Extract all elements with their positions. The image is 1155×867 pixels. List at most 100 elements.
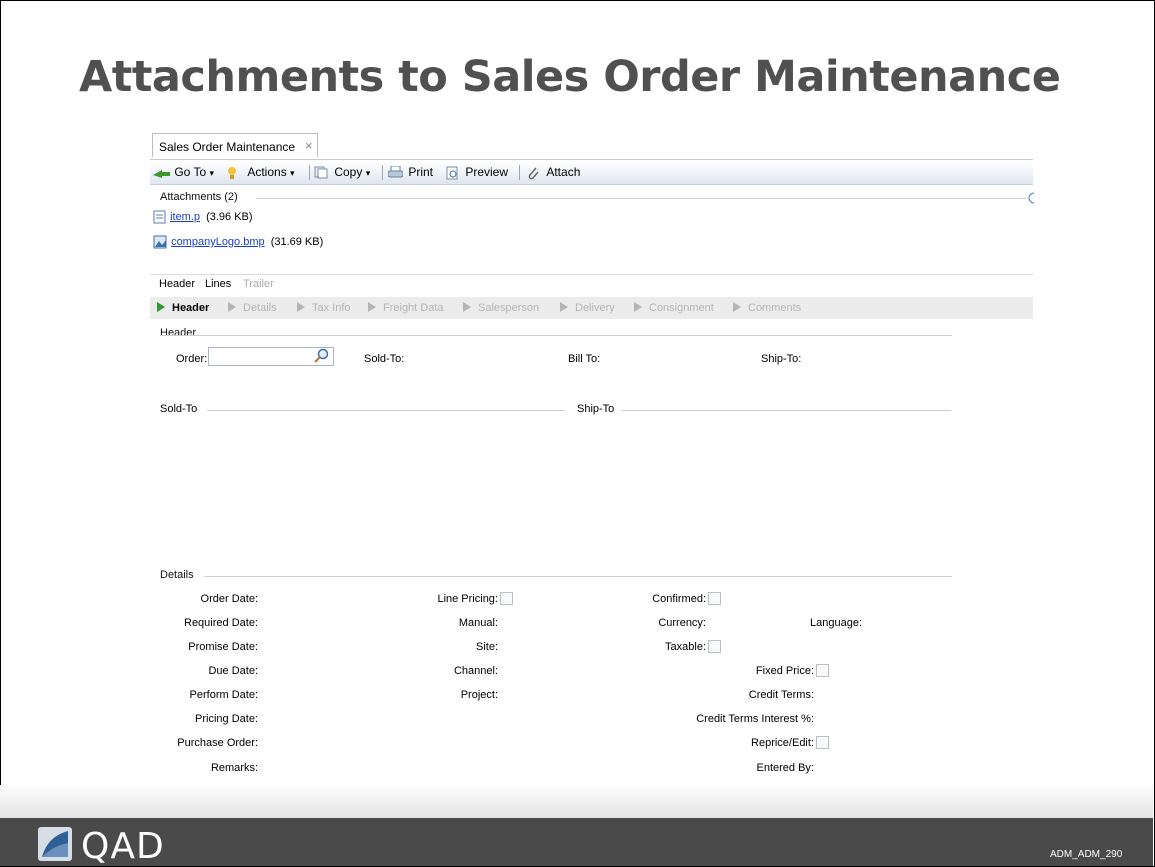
slide-title: Attachments to Sales Order Maintenance	[79, 52, 1061, 102]
bill-to-label: Bill To:	[568, 353, 601, 365]
line-pricing-label: Line Pricing:	[437, 593, 498, 605]
qad-logo-icon	[38, 827, 72, 861]
entered-by-label: Entered By:	[756, 762, 814, 774]
pricing-date-label: Pricing Date:	[195, 713, 258, 725]
tab-sales-order-maintenance[interactable]: Sales Order Maintenance ×	[152, 133, 318, 157]
header-section-title: Header	[160, 327, 197, 339]
attachment-size: (31.69 KB)	[270, 235, 324, 248]
ship-to-label: Ship-To:	[761, 353, 802, 365]
currency-label: Currency:	[658, 617, 706, 629]
confirmed-checkbox[interactable]	[708, 592, 721, 605]
play-arrow-icon	[228, 302, 236, 312]
play-arrow-icon	[733, 302, 741, 312]
copy-button[interactable]: Copy ▾	[314, 165, 370, 179]
attachment-item[interactable]: companyLogo.bmp (31.69 KB)	[153, 235, 323, 249]
fixed-price-label: Fixed Price:	[755, 665, 814, 677]
fixed-price-checkbox[interactable]	[816, 664, 829, 677]
print-button[interactable]: Print	[388, 165, 433, 179]
attachments-header: Attachments (2)	[160, 191, 238, 203]
confirmed-label: Confirmed:	[652, 593, 706, 605]
collapse-icon[interactable]	[1026, 192, 1034, 205]
details-divider	[204, 576, 952, 577]
play-arrow-icon	[634, 302, 642, 312]
copy-label: Copy	[334, 165, 363, 179]
due-date-label: Due Date:	[208, 665, 258, 677]
step-comments[interactable]: Comments	[733, 302, 801, 314]
attachments-divider	[256, 198, 1026, 199]
play-arrow-icon	[157, 302, 165, 312]
step-freight-data[interactable]: Freight Data	[368, 302, 444, 314]
footer-bar	[0, 818, 1153, 866]
line-pricing-checkbox[interactable]	[500, 592, 513, 605]
play-arrow-icon	[368, 302, 376, 312]
step-consignment[interactable]: Consignment	[634, 302, 714, 314]
credit-terms-interest-label: Credit Terms Interest %:	[696, 713, 814, 725]
toolbar-separator	[519, 165, 520, 180]
ship-to-group-title: Ship-To	[577, 403, 615, 415]
chevron-down-icon: ▾	[290, 168, 295, 178]
preview-icon	[446, 166, 458, 180]
remarks-label: Remarks:	[210, 762, 258, 774]
step-header[interactable]: Header	[157, 302, 209, 314]
taxable-checkbox[interactable]	[708, 640, 721, 653]
qad-logo-text: QAD	[81, 826, 165, 867]
reprice-edit-checkbox[interactable]	[816, 736, 829, 749]
sales-order-window: Sales Order Maintenance × Go To ▾ Action…	[150, 131, 1034, 821]
sold-to-label: Sold-To:	[364, 353, 405, 365]
paperclip-icon	[528, 167, 539, 180]
attachment-link[interactable]: companyLogo.bmp	[171, 236, 265, 248]
actions-button[interactable]: Actions ▾	[226, 165, 295, 180]
tab-label: Sales Order Maintenance	[159, 140, 296, 154]
attach-button[interactable]: Attach	[527, 165, 580, 180]
tab-header[interactable]: Header	[159, 278, 195, 290]
toolbar-separator	[382, 165, 383, 180]
tab-lines[interactable]: Lines	[205, 278, 231, 290]
manual-label: Manual:	[458, 617, 498, 629]
print-label: Print	[408, 165, 434, 179]
goto-button[interactable]: Go To ▾	[153, 165, 214, 179]
project-label: Project:	[460, 689, 498, 701]
attach-label: Attach	[546, 165, 581, 179]
step-details[interactable]: Details	[228, 302, 277, 314]
credit-terms-label: Credit Terms:	[748, 689, 814, 701]
step-tax-info[interactable]: Tax Info	[297, 302, 351, 314]
sold-to-group-title: Sold-To	[160, 403, 198, 415]
taxable-label: Taxable:	[665, 641, 706, 653]
search-icon[interactable]	[314, 348, 329, 363]
perform-date-label: Perform Date:	[189, 689, 258, 701]
required-date-label: Required Date:	[184, 617, 258, 629]
chevron-down-icon: ▾	[209, 168, 215, 178]
details-section-title: Details	[160, 569, 194, 581]
subtab-divider	[150, 274, 1033, 275]
toolbar: Go To ▾ Actions ▾ Copy ▾ Print Preview A…	[150, 162, 1033, 185]
attachment-link[interactable]: item.p	[170, 211, 200, 223]
tab-trailer[interactable]: Trailer	[243, 278, 274, 290]
ship-to-group-divider	[621, 410, 951, 411]
actions-label: Actions	[247, 165, 287, 179]
printer-icon	[388, 166, 403, 178]
play-arrow-icon	[297, 302, 305, 312]
step-salesperson[interactable]: Salesperson	[463, 302, 539, 314]
language-label: Language:	[810, 617, 862, 629]
toolbar-separator	[309, 165, 310, 180]
chevron-down-icon: ▾	[365, 168, 371, 178]
header-divider	[160, 335, 952, 336]
promise-date-label: Promise Date:	[188, 641, 258, 653]
close-icon[interactable]: ×	[305, 138, 313, 153]
purchase-order-label: Purchase Order:	[177, 737, 258, 749]
go-to-arrow-icon	[153, 169, 170, 178]
text-file-icon	[153, 210, 166, 224]
channel-label: Channel:	[453, 665, 498, 677]
slide-code: ADM_ADM_290	[1050, 849, 1123, 860]
footer-fade	[0, 785, 1153, 818]
step-delivery[interactable]: Delivery	[560, 302, 615, 314]
lightbulb-icon	[228, 166, 236, 179]
sold-to-group-divider	[207, 410, 565, 411]
preview-button[interactable]: Preview	[446, 165, 508, 180]
image-file-icon	[153, 235, 167, 249]
order-label: Order:	[176, 353, 208, 365]
attachment-item[interactable]: item.p (3.96 KB)	[153, 210, 253, 224]
document-tab-strip: Sales Order Maintenance ×	[150, 131, 1033, 160]
step-navigation-bar: Header Details Tax Info Freight Data Sal…	[150, 297, 1033, 319]
play-arrow-icon	[560, 302, 568, 312]
